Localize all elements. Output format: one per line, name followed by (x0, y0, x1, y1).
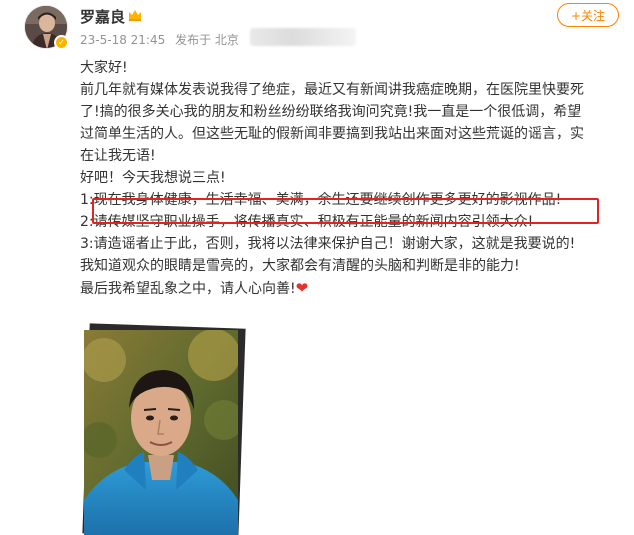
portrait-photo[interactable] (84, 330, 238, 535)
post-line: 好吧！今天我想说三点! (80, 170, 226, 186)
post-line-text: 最后我希望乱象之中，请人心向善! (80, 281, 296, 297)
post-line: 过简单生活的人。但这些无耻的假新闻非要搞到我站出来面对这些荒诞的谣言，实 (80, 126, 584, 142)
post-line: 了!搞的很多关心我的朋友和粉丝纷纷联络我询问究竟!我一直是一个很低调，希望 (80, 104, 582, 120)
post-line: 在让我无语! (80, 148, 156, 164)
post-line: 大家好! (80, 60, 128, 76)
post-meta: 23-5-18 21:45 发布于 北京 (80, 31, 245, 48)
post-line: 我知道观众的眼睛是雪亮的，大家都会有清醒的头脑和判断是非的能力! (80, 258, 520, 274)
post-image[interactable] (80, 323, 246, 535)
heart-icon: ❤ (295, 279, 309, 297)
post-line: 3:请造谣者止于此，否则，我将以法律来保护自己！谢谢大家，这就是我要说的! (80, 236, 576, 252)
follow-button[interactable]: +关注 (557, 3, 619, 27)
post-line-last: 最后我希望乱象之中，请人心向善!❤ (80, 277, 620, 300)
weibo-post: ✓ 罗嘉良 23-5-18 21:45 发布于 北京 +关注 大家好! 前几年就… (0, 0, 634, 535)
post-source: 发布于 北京 (175, 33, 239, 47)
blurred-watermark (250, 28, 356, 46)
crown-icon (129, 10, 141, 21)
post-timestamp[interactable]: 23-5-18 21:45 (80, 33, 165, 47)
username[interactable]: 罗嘉良 (80, 6, 125, 27)
verified-badge-icon: ✓ (54, 35, 69, 50)
highlight-box (92, 198, 599, 224)
post-content: 大家好! 前几年就有媒体发表说我得了绝症，最近又有新闻讲我癌症晚期，在医院里快要… (80, 57, 620, 300)
post-line: 前几年就有媒体发表说我得了绝症，最近又有新闻讲我癌症晚期，在医院里快要死 (80, 82, 584, 98)
